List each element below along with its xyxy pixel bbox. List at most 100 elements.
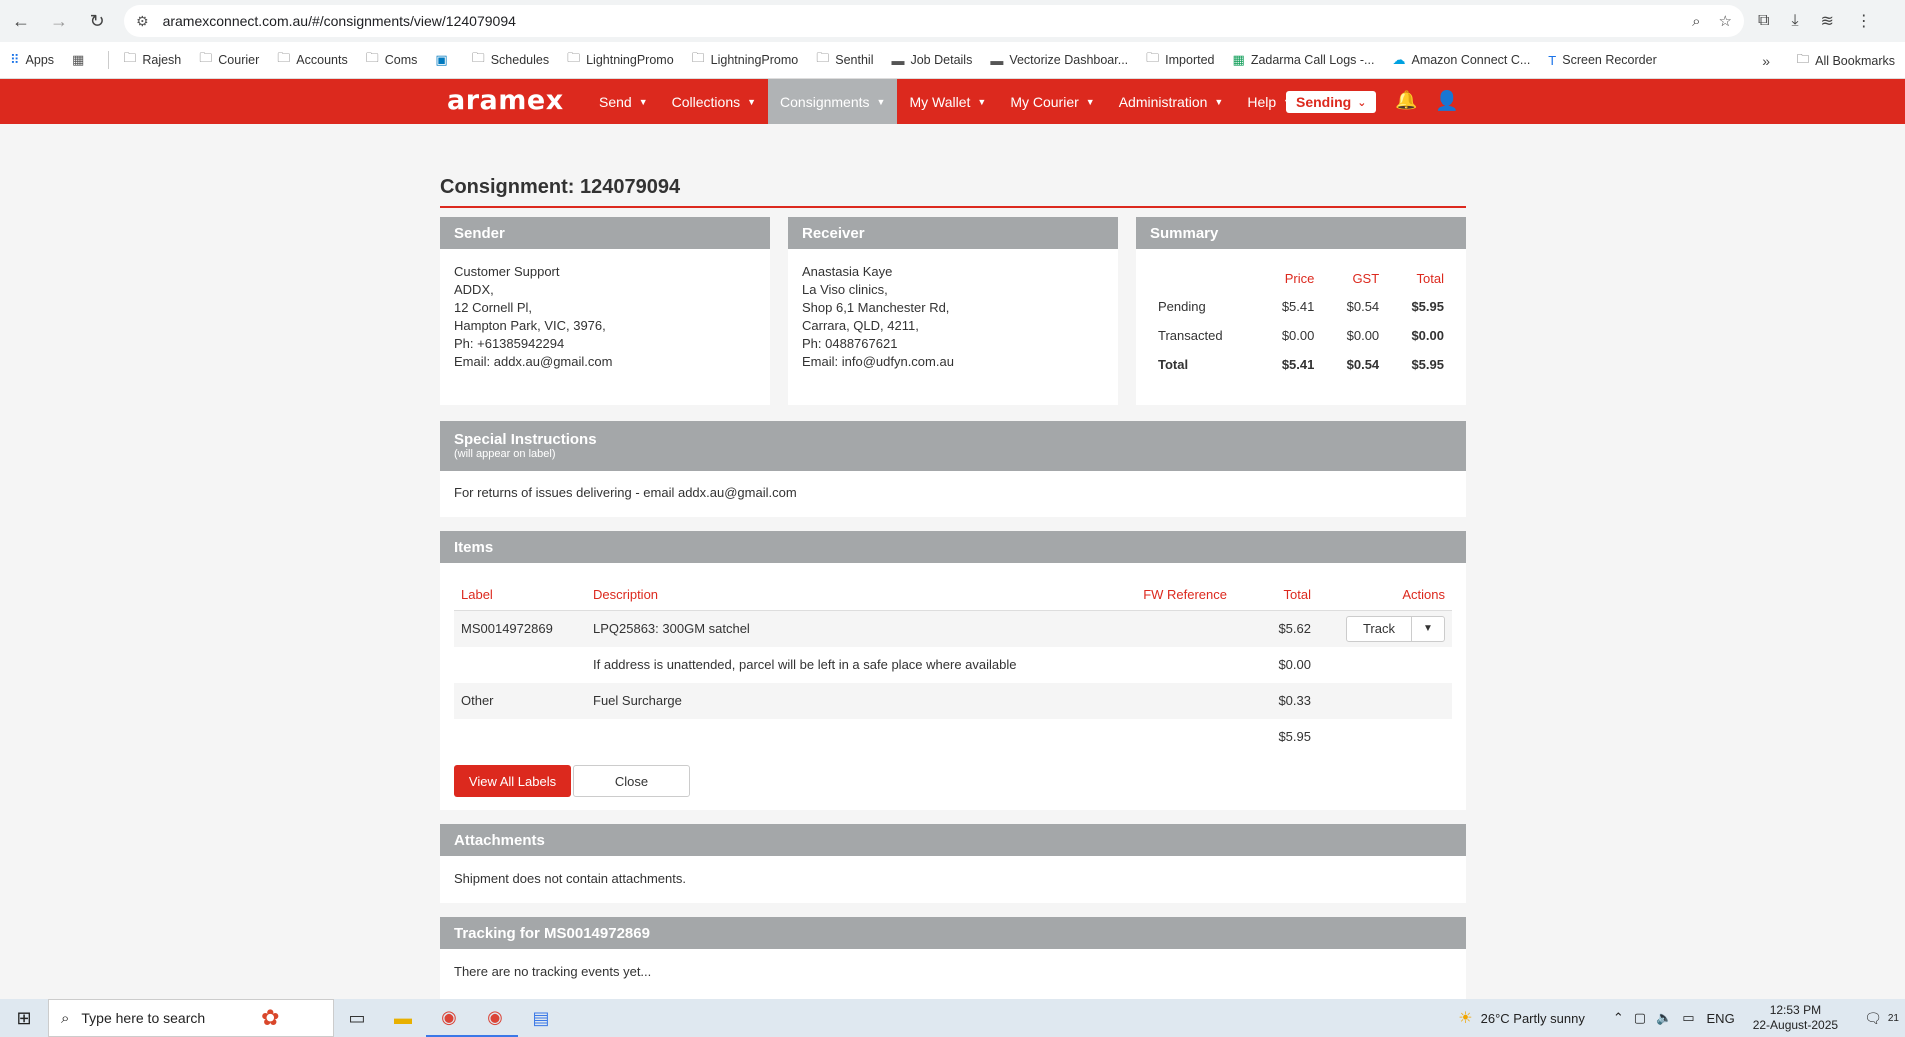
weather-icon[interactable]: ☀ (1458, 1008, 1472, 1028)
menu-collections[interactable]: Collections ▼ (660, 79, 768, 124)
track-button-group: Track ▼ (1345, 615, 1445, 642)
main-menu: Send ▼ Collections ▼ Consignments ▼ My Wall… (587, 79, 1304, 124)
windows-start-icon[interactable]: ⊞ (0, 999, 48, 1037)
bookmark-grid[interactable]: ▦ (72, 52, 90, 68)
back-button[interactable]: ← (4, 4, 38, 38)
tracking-heading: Tracking for MS0014972869 (440, 917, 1466, 949)
profile-icon[interactable]: ≋ (1821, 11, 1834, 31)
receiver-line: Ph: 0488767621 (802, 336, 898, 351)
page-title: Consignment: 124079094 (440, 176, 681, 198)
bookmark-folder[interactable]: 🗀 Imported (1146, 49, 1214, 71)
caret-down-icon[interactable]: ▼ (1412, 617, 1444, 641)
aramex-logo[interactable]: aramex (447, 85, 564, 116)
cloud-icon: ☁ (1392, 52, 1406, 67)
folder-icon: 🗀 (1796, 52, 1810, 66)
volume-icon[interactable]: 🔈 (1656, 1010, 1672, 1026)
item-total: $5.62 (1234, 610, 1318, 647)
chrome-icon[interactable]: ◉ (426, 999, 472, 1037)
all-bookmarks[interactable]: 🗀 All Bookmarks (1796, 42, 1895, 78)
bookmark-trello[interactable]: ▣ (435, 52, 453, 68)
items-col-actions: Actions (1318, 577, 1452, 611)
bookmark-link[interactable]: ▬ Vectorize Dashboar... (990, 53, 1128, 68)
file-explorer-icon[interactable]: ▬ (380, 999, 426, 1037)
sender-panel: Sender Customer Support ADDX, 12 Cornell… (440, 217, 770, 405)
summary-row-pending: Pending $5.41 $0.54 $5.95 (1158, 299, 1444, 314)
task-view-icon[interactable]: ▭ (334, 999, 380, 1037)
taskbar-search[interactable]: ⌕ Type here to search ✿ (48, 999, 334, 1037)
site-info-icon[interactable]: ⚙ (136, 13, 149, 30)
address-bar[interactable]: ⚙ aramexconnect.com.au/#/consignments/vi… (124, 5, 1744, 37)
bookmark-folder[interactable]: 🗀 LightningPromo (692, 49, 799, 71)
meet-icon[interactable]: ▢ (1634, 1010, 1646, 1026)
menu-my-wallet[interactable]: My Wallet ▼ (897, 79, 998, 124)
bookmark-folder[interactable]: 🗀 Rajesh (123, 49, 181, 71)
language-indicator[interactable]: ENG (1707, 1011, 1735, 1026)
clock[interactable]: 12:53 PM 22-August-2025 (1753, 1003, 1838, 1033)
folder-icon: 🗀 (1146, 50, 1160, 65)
caret-down-icon: ▼ (1085, 96, 1095, 107)
menu-icon[interactable]: ⋮ (1856, 11, 1872, 31)
receiver-line: La Viso clinics, (802, 282, 888, 297)
folder-icon: 🗀 (691, 50, 705, 65)
close-button[interactable]: Close (573, 765, 690, 797)
view-all-labels-button[interactable]: View All Labels (454, 765, 571, 797)
caret-down-icon: ▼ (876, 96, 886, 107)
track-button[interactable]: Track (1347, 616, 1412, 641)
menu-administration[interactable]: Administration ▼ (1107, 79, 1236, 124)
tray-chevron-up-icon[interactable]: ⌃ (1613, 1010, 1624, 1026)
menu-send[interactable]: Send ▼ (587, 79, 660, 124)
bookmark-folder[interactable]: 🗀 Schedules (472, 49, 549, 71)
more-bookmarks-icon[interactable]: » (1762, 42, 1770, 78)
bookmark-star-icon[interactable]: ☆ (1719, 12, 1732, 30)
menu-my-courier[interactable]: My Courier ▼ (998, 79, 1106, 124)
system-tray: ☀ 26°C Partly sunny ⌃ ▢ 🔈 ▭ ENG 12:53 PM… (1458, 999, 1905, 1037)
zoom-icon[interactable]: ⌕ (1692, 13, 1700, 30)
weather-text[interactable]: 26°C Partly sunny (1481, 1011, 1585, 1026)
bookmark-folder[interactable]: 🗀 Courier (199, 49, 259, 71)
item-fw-reference (1114, 719, 1234, 755)
chrome-icon[interactable]: ◉ (472, 999, 518, 1037)
notification-icon[interactable]: 🗨 (1864, 1010, 1882, 1027)
text-t-icon: T (1548, 52, 1557, 68)
download-icon[interactable]: ⤓ (1791, 12, 1798, 30)
special-instructions-subheading: (will appear on label) (454, 448, 556, 460)
caret-down-icon: ▼ (977, 96, 987, 107)
bookmark-apps[interactable]: ⠿ Apps (10, 52, 54, 68)
menu-consignments[interactable]: Consignments ▼ (768, 79, 898, 124)
item-label (454, 719, 586, 755)
caret-down-icon: ▼ (747, 96, 757, 107)
reload-button[interactable]: ↻ (80, 4, 114, 38)
item-description: If address is unattended, parcel will be… (593, 657, 1017, 672)
user-icon[interactable]: 👤 (1435, 89, 1459, 113)
item-description (586, 719, 1114, 755)
folder-icon: 🗀 (471, 50, 485, 65)
notepad-icon[interactable]: ▤ (518, 999, 564, 1037)
network-icon[interactable]: ▭ (1682, 1010, 1694, 1026)
table-row: MS0014972869 LPQ25863: 300GM satchel $5.… (454, 610, 1452, 647)
receiver-heading: Receiver (788, 217, 1118, 249)
bell-icon[interactable]: 🔔 (1395, 90, 1417, 111)
sender-line: Customer Support (454, 264, 560, 279)
bookmark-link[interactable]: ▦ Zadarma Call Logs -... (1233, 52, 1375, 68)
bookmark-link[interactable]: ☁ Amazon Connect C... (1392, 52, 1530, 68)
bookmark-folder[interactable]: 🗀 Coms (366, 49, 418, 71)
sending-dropdown[interactable]: Sending ⌄ (1286, 91, 1377, 113)
bookmark-link[interactable]: T Screen Recorder (1548, 53, 1656, 68)
attachments-text: Shipment does not contain attachments. (454, 871, 686, 886)
summary-panel: Summary Price GST Total Pending $5.41 $0… (1136, 217, 1466, 405)
item-total: $0.00 (1278, 657, 1311, 672)
forward-button[interactable]: → (42, 4, 76, 38)
bookmark-link[interactable]: ▬ Job Details (891, 53, 972, 68)
extensions-icon[interactable]: ⧉ (1758, 12, 1769, 30)
summary-table: Price GST Total Pending $5.41 $0.54 $5.9… (1150, 265, 1452, 379)
sender-line: 12 Cornell Pl, (454, 300, 533, 315)
items-heading: Items (440, 531, 1466, 563)
attachments-panel: Attachments Shipment does not contain at… (440, 824, 1466, 903)
bookmark-folder[interactable]: 🗀 LightningPromo (567, 49, 674, 71)
bookmark-folder[interactable]: 🗀 Senthil (816, 49, 873, 71)
folder-icon: 🗀 (365, 50, 379, 65)
folder-icon: 🗀 (277, 50, 291, 65)
aramex-link-icon: ▬ (891, 52, 905, 68)
clock-date: 22-August-2025 (1752, 1018, 1839, 1032)
bookmark-folder[interactable]: 🗀 Accounts (277, 49, 347, 71)
